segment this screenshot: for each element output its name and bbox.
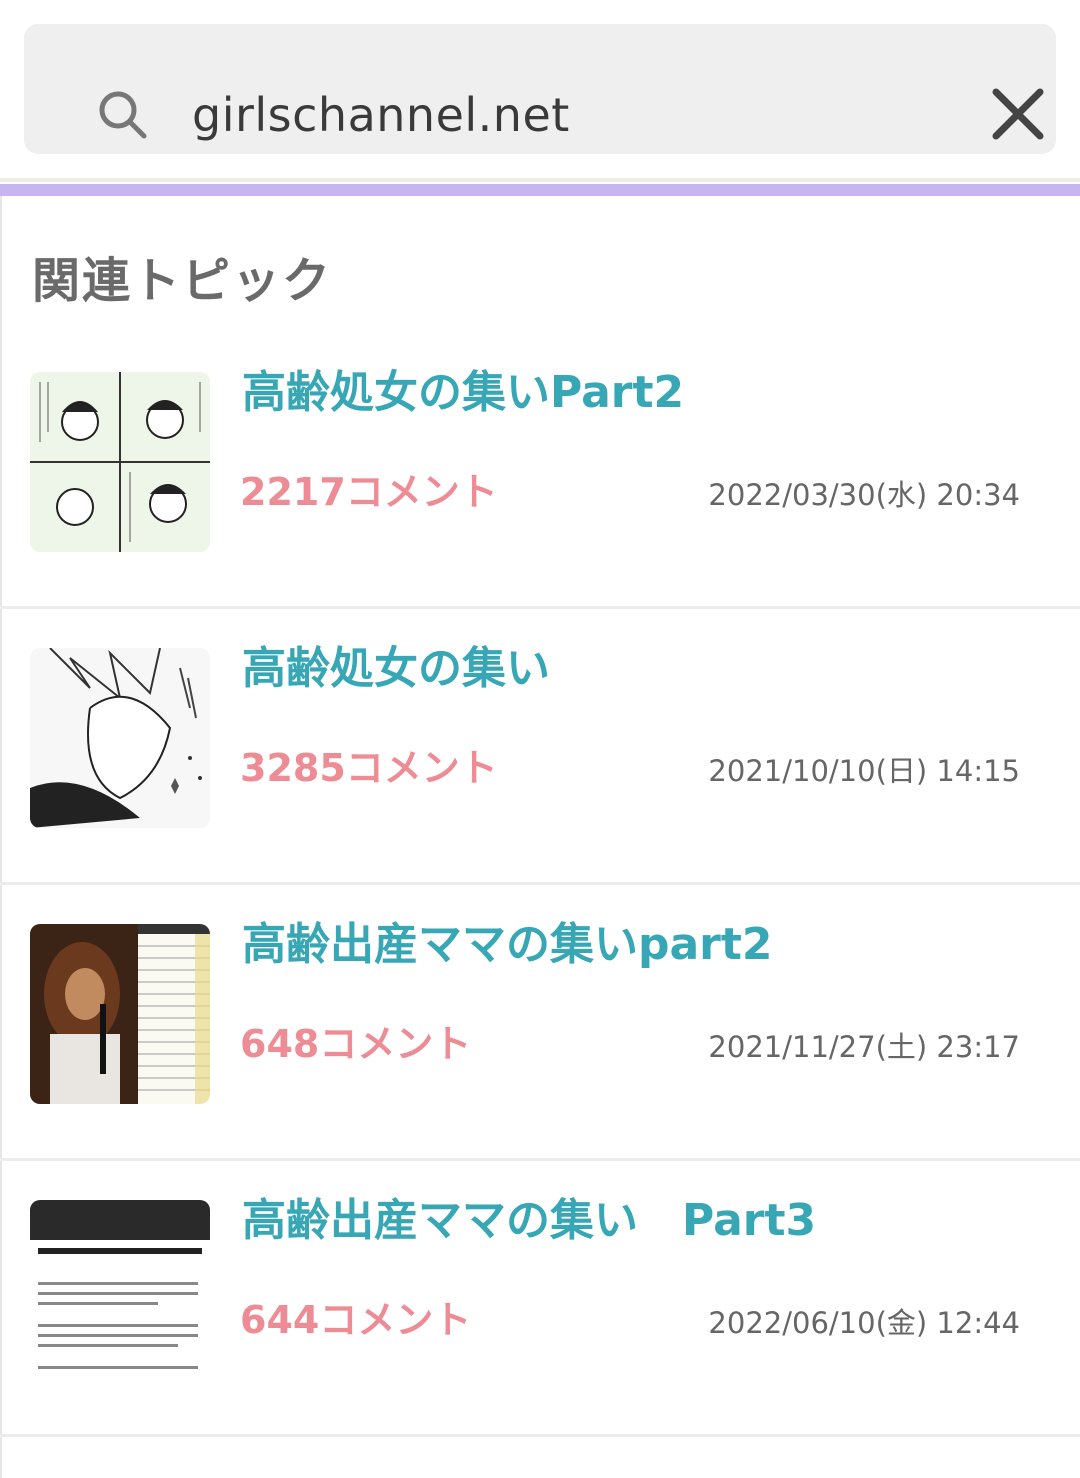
topic-item[interactable]: 高齢処女の集いPart2 2217コメント 2022/03/30(水) 20:3… bbox=[0, 330, 1080, 609]
topic-item[interactable]: 高齢出産ママの集いpart2 648コメント 2021/11/27(土) 23:… bbox=[0, 882, 1080, 1161]
accent-bar bbox=[0, 184, 1080, 196]
topic-comment-count: 2217コメント bbox=[240, 470, 498, 514]
topic-thumbnail[interactable] bbox=[30, 648, 210, 828]
topic-thumbnail[interactable] bbox=[30, 1200, 210, 1380]
topic-date: 2022/06/10(金) 12:44 bbox=[708, 1306, 1020, 1340]
header-divider bbox=[0, 178, 1080, 182]
topic-date: 2021/11/27(土) 23:17 bbox=[708, 1030, 1020, 1064]
topic-comment-count: 648コメント bbox=[240, 1022, 472, 1066]
topic-title[interactable]: 高齢出産ママの集い Part3 bbox=[242, 1188, 816, 1254]
topic-comment-count: 3285コメント bbox=[240, 746, 498, 790]
topic-title[interactable]: 高齢処女の集い bbox=[242, 636, 550, 702]
topic-thumbnail[interactable] bbox=[30, 372, 210, 552]
search-query[interactable]: girlschannel.net bbox=[192, 86, 570, 144]
topic-title[interactable]: 高齢出産ママの集いpart2 bbox=[242, 912, 773, 978]
topic-title[interactable]: 高齢処女の集いPart2 bbox=[242, 360, 684, 426]
topic-thumbnail[interactable] bbox=[30, 924, 210, 1104]
topic-date: 2021/10/10(日) 14:15 bbox=[708, 754, 1020, 788]
topic-date: 2022/03/30(水) 20:34 bbox=[708, 478, 1020, 512]
search-header: girlschannel.net bbox=[0, 0, 1080, 178]
topic-item[interactable]: 高齢処女の集い 3285コメント 2021/10/10(日) 14:15 bbox=[0, 606, 1080, 885]
close-icon[interactable] bbox=[990, 86, 1046, 142]
page: girlschannel.net 関連トピック 高齢処女の集いPart2 221… bbox=[0, 0, 1080, 1478]
section-title: 関連トピック bbox=[32, 253, 333, 309]
topic-comment-count: 644コメント bbox=[240, 1298, 472, 1342]
search-icon bbox=[99, 91, 147, 139]
topic-item[interactable]: 高齢出産ママの集い Part3 644コメント 2022/06/10(金) 12… bbox=[0, 1158, 1080, 1437]
search-input[interactable]: girlschannel.net bbox=[24, 24, 1056, 154]
